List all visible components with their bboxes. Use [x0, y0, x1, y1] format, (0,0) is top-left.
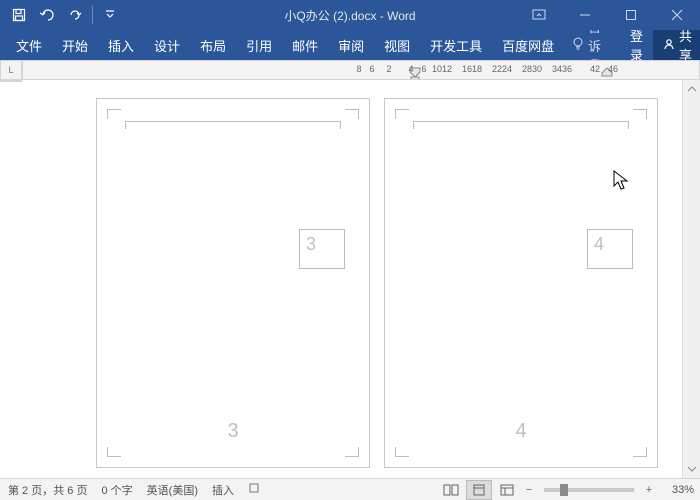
tab-references[interactable]: 引用 — [236, 30, 282, 60]
h-ruler-tick: 1012 — [432, 64, 452, 74]
signin-button[interactable]: 登录 — [620, 30, 653, 60]
header-rule — [125, 121, 341, 129]
h-ruler-tick: 1618 — [462, 64, 482, 74]
scroll-up-button[interactable] — [683, 80, 700, 98]
h-ruler-tick: 42 — [590, 64, 600, 74]
scroll-down-button[interactable] — [683, 460, 700, 478]
qat-customize-button[interactable] — [99, 4, 121, 26]
page-left[interactable]: 3 3 — [96, 98, 370, 468]
macro-record-icon[interactable] — [248, 482, 260, 498]
tab-home[interactable]: 开始 — [52, 30, 98, 60]
ribbon-display-options-button[interactable] — [516, 0, 562, 30]
maximize-button[interactable] — [608, 0, 654, 30]
window-controls — [516, 0, 700, 30]
header-rule — [413, 121, 629, 129]
margin-corner — [633, 109, 647, 119]
vertical-ruler[interactable]: 2424681012141618202224264442404846 — [0, 80, 22, 82]
margin-corner — [345, 447, 359, 457]
tab-layout[interactable]: 布局 — [190, 30, 236, 60]
h-ruler-tick: 8 — [356, 64, 361, 74]
insert-mode[interactable]: 插入 — [212, 482, 234, 498]
page-number: 3 — [227, 420, 238, 443]
qat-separator — [92, 6, 93, 24]
zoom-out-button[interactable]: − — [522, 484, 536, 496]
tab-developer[interactable]: 开发工具 — [420, 30, 492, 60]
document-title: 小Q办公 (2).docx - Word — [284, 7, 415, 24]
zoom-percent[interactable]: 33% — [658, 484, 694, 496]
tab-review[interactable]: 审阅 — [328, 30, 374, 60]
margin-corner — [345, 109, 359, 119]
v-ruler-margin-top — [1, 81, 21, 82]
status-bar: 第 2 页，共 6 页 0 个字 英语(美国) 插入 − + 33% — [0, 478, 700, 500]
tab-insert[interactable]: 插入 — [98, 30, 144, 60]
margin-corner — [107, 447, 121, 457]
tab-stop-selector[interactable]: L — [0, 60, 22, 80]
save-button[interactable] — [8, 4, 30, 26]
page-spread: 3 3 4 4 — [22, 80, 682, 478]
tell-me-search[interactable]: 告诉我... — [564, 30, 620, 60]
tab-file[interactable]: 文件 — [6, 30, 52, 60]
share-button[interactable]: 共享 — [653, 30, 700, 60]
tab-design[interactable]: 设计 — [144, 30, 190, 60]
margin-corner — [107, 109, 121, 119]
zoom-slider[interactable] — [544, 488, 634, 492]
vertical-scrollbar[interactable] — [682, 80, 700, 478]
share-label: 共享 — [679, 26, 692, 64]
zoom-slider-thumb[interactable] — [560, 484, 568, 496]
workspace: L 2424681012141618202224264442404846 862… — [0, 60, 700, 478]
close-button[interactable] — [654, 0, 700, 30]
lightbulb-icon — [572, 37, 584, 54]
read-mode-button[interactable] — [438, 480, 464, 500]
title-bar: 小Q办公 (2).docx - Word — [0, 0, 700, 30]
margin-corner — [395, 447, 409, 457]
document-canvas[interactable]: 3 3 4 4 — [22, 80, 682, 478]
undo-button[interactable] — [36, 4, 58, 26]
text-box[interactable]: 4 — [587, 229, 633, 269]
minimize-button[interactable] — [562, 0, 608, 30]
page-number: 4 — [515, 420, 526, 443]
tab-baidu[interactable]: 百度网盘 — [492, 30, 564, 60]
tab-mailings[interactable]: 邮件 — [282, 30, 328, 60]
h-ruler-tick: 2224 — [492, 64, 512, 74]
language[interactable]: 英语(美国) — [147, 482, 198, 498]
page-count[interactable]: 第 2 页，共 6 页 — [8, 482, 87, 498]
word-count[interactable]: 0 个字 — [101, 482, 132, 498]
h-ruler-tick: 2 — [386, 64, 391, 74]
h-ruler-tick: 2830 — [522, 64, 542, 74]
print-layout-button[interactable] — [466, 480, 492, 500]
margin-corner — [633, 447, 647, 457]
horizontal-ruler[interactable]: 86246101216182224283034364246 — [22, 60, 700, 80]
zoom-in-button[interactable]: + — [642, 484, 656, 496]
h-ruler-tick: 4 — [408, 64, 413, 74]
h-ruler-tick: 3436 — [552, 64, 572, 74]
redo-button[interactable] — [64, 4, 86, 26]
quick-access-toolbar — [0, 4, 121, 26]
tab-view[interactable]: 视图 — [374, 30, 420, 60]
web-layout-button[interactable] — [494, 480, 520, 500]
h-ruler-tick: 6 — [369, 64, 374, 74]
person-icon — [663, 38, 675, 53]
ribbon-tabs: 文件 开始 插入 设计 布局 引用 邮件 审阅 视图 开发工具 百度网盘 告诉我… — [0, 30, 700, 60]
text-box[interactable]: 3 — [299, 229, 345, 269]
h-ruler-tick: 46 — [608, 64, 618, 74]
margin-corner — [395, 109, 409, 119]
scroll-track[interactable] — [683, 98, 700, 460]
page-right[interactable]: 4 4 — [384, 98, 658, 468]
h-ruler-tick: 6 — [421, 64, 426, 74]
